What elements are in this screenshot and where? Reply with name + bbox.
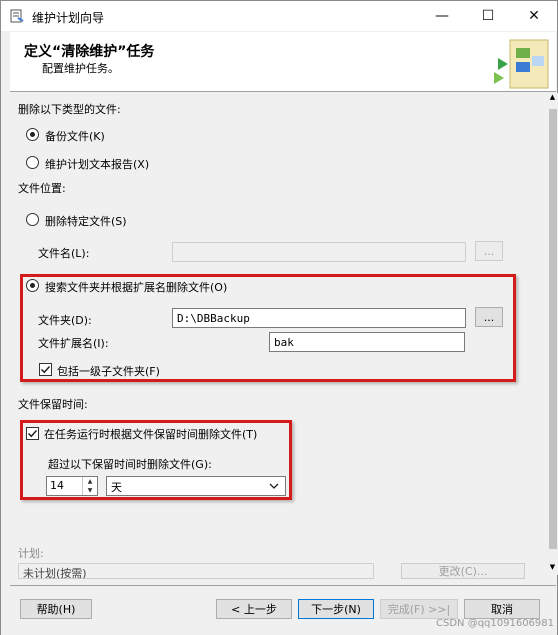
- file-location-label: 文件位置:: [18, 182, 66, 195]
- next-button[interactable]: 下一步(N): [298, 599, 374, 619]
- report-files-label[interactable]: 维护计划文本报告(X): [45, 156, 149, 172]
- extension-input[interactable]: bak: [269, 332, 465, 352]
- help-button[interactable]: 帮助(H): [20, 599, 92, 619]
- delete-by-age-checkbox[interactable]: [26, 427, 39, 440]
- folder-browse-button[interactable]: ...: [475, 307, 503, 327]
- delete-specific-file-radio[interactable]: [26, 213, 39, 226]
- backup-files-label[interactable]: 备份文件(K): [45, 128, 105, 144]
- chevron-down-icon[interactable]: [268, 480, 280, 492]
- minimize-button[interactable]: —: [419, 1, 465, 31]
- window-title: 维护计划向导: [32, 11, 105, 25]
- backup-files-radio[interactable]: [26, 128, 39, 141]
- delete-by-age-label[interactable]: 在任务运行时根据文件保留时间删除文件(T): [44, 426, 257, 442]
- older-than-label: 超过以下保留时间时删除文件(G):: [48, 458, 212, 471]
- delete-specific-file-label[interactable]: 删除特定文件(S): [45, 213, 127, 229]
- wizard-app-icon: [10, 9, 24, 23]
- close-button[interactable]: ✕: [511, 1, 557, 31]
- include-subfolders-checkbox[interactable]: [39, 363, 52, 376]
- include-subfolders-label[interactable]: 包括一级子文件夹(F): [57, 363, 160, 379]
- finish-button[interactable]: 完成(F) >>|: [380, 599, 458, 619]
- title-bar: 维护计划向导 — ☐ ✕: [1, 1, 557, 31]
- retention-unit-value[interactable]: 天: [111, 479, 122, 495]
- spin-down-icon[interactable]: ▼: [83, 486, 97, 495]
- report-files-radio[interactable]: [26, 156, 39, 169]
- spinner-arrows[interactable]: ▲ ▼: [82, 477, 97, 495]
- schedule-input: 未计划(按需): [18, 563, 374, 580]
- task-settings-panel: 删除以下类型的文件: 备份文件(K) 维护计划文本报告(X) 文件位置: 删除特…: [10, 93, 558, 580]
- scroll-up-icon[interactable]: ▲: [547, 93, 558, 105]
- schedule-label: 计划:: [18, 547, 44, 560]
- checkmark-icon: [40, 365, 51, 374]
- delete-type-label: 删除以下类型的文件:: [18, 103, 121, 116]
- maximize-button[interactable]: ☐: [465, 1, 511, 31]
- change-schedule-button[interactable]: 更改(C)...: [401, 563, 525, 579]
- footer-divider: [10, 585, 556, 586]
- search-folder-radio[interactable]: [26, 279, 39, 292]
- folder-label: 文件夹(D):: [38, 314, 92, 327]
- wizard-header-icon: [494, 39, 549, 89]
- page-title: 定义“清除维护”任务: [24, 44, 155, 60]
- maintenance-plan-wizard-window: 维护计划向导 — ☐ ✕ 定义“清除维护”任务 配置维护任务。 删除以下类型的文…: [0, 0, 558, 635]
- cancel-button[interactable]: 取消: [464, 599, 540, 619]
- spin-up-icon[interactable]: ▲: [83, 477, 97, 486]
- retention-amount-value[interactable]: 14: [50, 479, 64, 492]
- retention-label: 文件保留时间:: [18, 398, 88, 411]
- retention-unit-dropdown[interactable]: 天: [106, 476, 286, 496]
- csdn-watermark: CSDN @qq1091606981: [436, 618, 555, 629]
- search-folder-label[interactable]: 搜索文件夹并根据扩展名删除文件(O): [45, 279, 227, 295]
- retention-amount-spinner[interactable]: 14 ▲ ▼: [46, 476, 98, 496]
- page-subtitle: 配置维护任务。: [42, 62, 119, 75]
- checkmark-icon: [27, 429, 38, 438]
- scroll-down-icon[interactable]: ▼: [547, 563, 558, 575]
- back-button[interactable]: < 上一步: [216, 599, 292, 619]
- scroll-thumb[interactable]: [549, 109, 557, 549]
- filename-browse-button[interactable]: ...: [475, 241, 503, 261]
- wizard-header: 定义“清除维护”任务 配置维护任务。: [10, 32, 556, 92]
- folder-input[interactable]: D:\DBBackup: [172, 308, 466, 328]
- filename-label: 文件名(L):: [38, 247, 90, 260]
- content-scrollbar[interactable]: ▲ ▼: [547, 93, 558, 575]
- filename-input[interactable]: [172, 242, 466, 262]
- extension-label: 文件扩展名(I):: [38, 337, 109, 350]
